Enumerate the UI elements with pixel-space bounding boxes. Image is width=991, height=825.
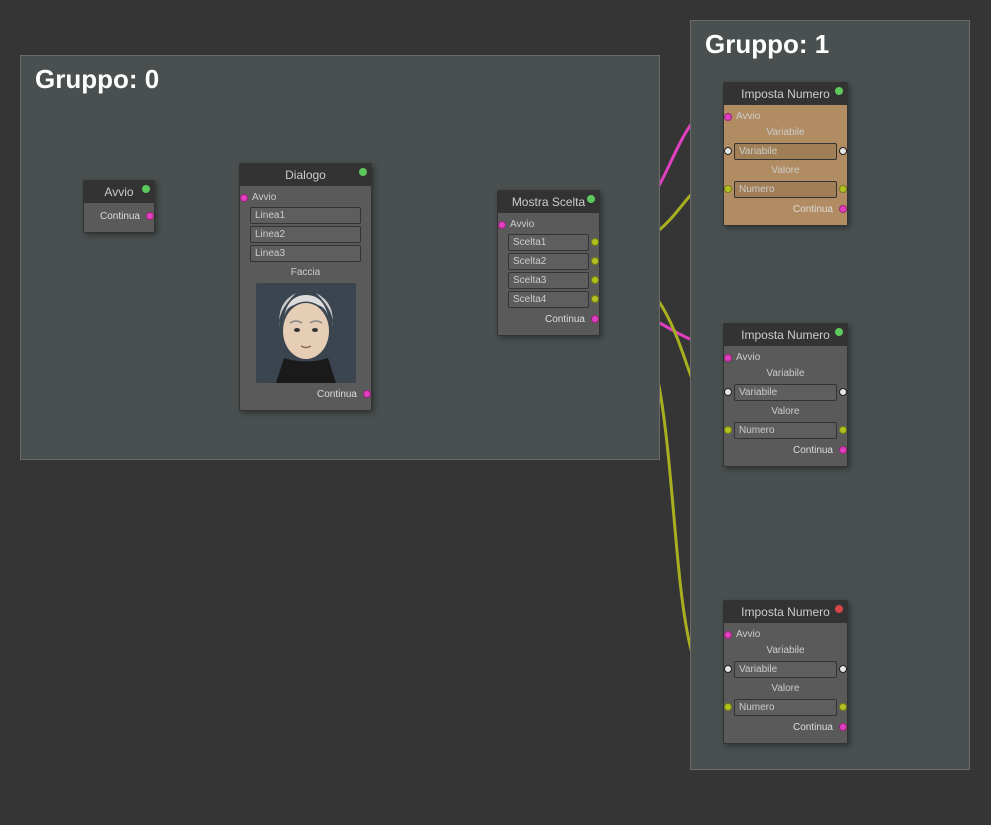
imposta1-header[interactable]: Imposta Numero [724,83,847,105]
imposta3-var-port-r[interactable] [839,665,847,673]
dialogo-avvio-port[interactable] [240,194,248,202]
mostra-scelta3-input[interactable] [508,272,589,289]
dialogo-linea3-input[interactable] [250,245,361,262]
imposta1-avvio-port[interactable] [724,113,732,121]
imposta2-var-port-r[interactable] [839,388,847,396]
imposta1-variabile-input[interactable] [734,143,837,160]
imposta3-continua-label: Continua [793,722,833,733]
imposta2-avvio-port[interactable] [724,354,732,362]
imposta2-title: Imposta Numero [741,328,830,342]
imposta2-valore-label: Valore [728,403,843,420]
imposta2-num-port-l[interactable] [724,426,732,434]
group-0-label: Gruppo: 0 [21,56,659,103]
node-dialogo-header[interactable]: Dialogo [240,164,371,186]
mostra-continua-label: Continua [545,314,585,325]
imposta3-title: Imposta Numero [741,605,830,619]
dialogo-linea2-input[interactable] [250,226,361,243]
imposta1-var-port-l[interactable] [724,147,732,155]
imposta1-avvio-label: Avvio [736,111,760,122]
avvio-out-port[interactable] [146,212,154,220]
scelta2-port[interactable] [591,257,599,265]
dialogo-linea1-input[interactable] [250,207,361,224]
imposta1-num-port-r[interactable] [839,185,847,193]
imposta3-avvio-label: Avvio [736,629,760,640]
scelta1-port[interactable] [591,238,599,246]
mostra-out-port[interactable] [591,315,599,323]
imposta2-num-port-r[interactable] [839,426,847,434]
mostra-avvio-port[interactable] [498,221,506,229]
group-1-label: Gruppo: 1 [691,21,969,68]
imposta2-header[interactable]: Imposta Numero [724,324,847,346]
node-imposta-3[interactable]: Imposta Numero Avvio Variabile Valore Co… [723,600,848,744]
scelta4-port[interactable] [591,295,599,303]
node-dialogo[interactable]: Dialogo Avvio Faccia Continua [239,163,372,411]
node-mostra-scelta[interactable]: Mostra Scelta Avvio Continua [497,190,600,336]
dialogo-faccia-label: Faccia [244,264,367,281]
status-dot-icon [835,87,843,95]
imposta3-out-port[interactable] [839,723,847,731]
status-dot-icon [835,328,843,336]
imposta2-out-port[interactable] [839,446,847,454]
mostra-scelta1-input[interactable] [508,234,589,251]
mostra-header[interactable]: Mostra Scelta [498,191,599,213]
dialogo-avvio-label: Avvio [252,192,276,203]
imposta1-numero-input[interactable] [734,181,837,198]
imposta3-header[interactable]: Imposta Numero [724,601,847,623]
dialogo-continua-label: Continua [317,389,357,400]
imposta2-continua-label: Continua [793,445,833,456]
imposta3-var-port-l[interactable] [724,665,732,673]
face-image[interactable] [256,283,356,383]
imposta1-title: Imposta Numero [741,87,830,101]
node-imposta-1[interactable]: Imposta Numero Avvio Variabile Valore Co… [723,82,848,226]
imposta1-valore-label: Valore [728,162,843,179]
imposta1-continua-label: Continua [793,204,833,215]
mostra-avvio-label: Avvio [510,219,534,230]
imposta2-variabile-input[interactable] [734,384,837,401]
imposta2-avvio-label: Avvio [736,352,760,363]
imposta3-num-port-l[interactable] [724,703,732,711]
mostra-title: Mostra Scelta [512,195,585,209]
status-dot-icon [359,168,367,176]
imposta2-numero-input[interactable] [734,422,837,439]
status-dot-icon [835,605,843,613]
status-dot-icon [142,185,150,193]
imposta3-avvio-port[interactable] [724,631,732,639]
imposta1-num-port-l[interactable] [724,185,732,193]
dialogo-out-port[interactable] [363,390,371,398]
imposta1-out-port[interactable] [839,205,847,213]
node-imposta-2[interactable]: Imposta Numero Avvio Variabile Valore Co… [723,323,848,467]
avvio-continua-label: Continua [100,211,140,222]
scelta3-port[interactable] [591,276,599,284]
imposta1-var-port-r[interactable] [839,147,847,155]
imposta2-variabile-label: Variabile [728,365,843,382]
node-avvio[interactable]: Avvio Continua [83,180,155,233]
imposta2-var-port-l[interactable] [724,388,732,396]
mostra-scelta2-input[interactable] [508,253,589,270]
imposta3-variabile-input[interactable] [734,661,837,678]
imposta3-numero-input[interactable] [734,699,837,716]
imposta1-variabile-label: Variabile [728,124,843,141]
imposta3-num-port-r[interactable] [839,703,847,711]
status-dot-icon [587,195,595,203]
dialogo-title: Dialogo [285,168,326,182]
imposta3-variabile-label: Variabile [728,642,843,659]
node-avvio-header[interactable]: Avvio [84,181,154,203]
mostra-scelta4-input[interactable] [508,291,589,308]
node-avvio-title: Avvio [104,185,133,199]
imposta3-valore-label: Valore [728,680,843,697]
